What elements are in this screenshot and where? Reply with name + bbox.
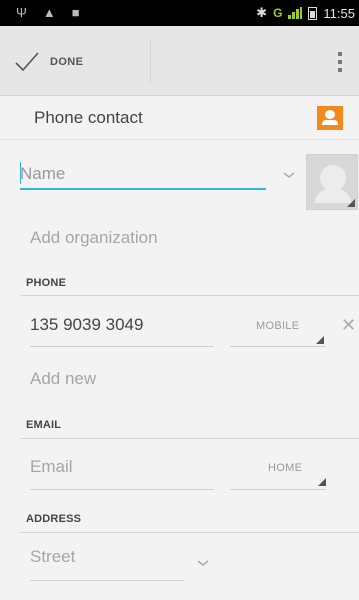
- network-type: G: [273, 6, 283, 20]
- battery-icon: [308, 6, 318, 20]
- signal-icon: [288, 7, 303, 19]
- system-icons: ✱ G 11:55: [256, 5, 355, 21]
- phone-type-select[interactable]: MOBILE: [256, 320, 299, 332]
- done-button[interactable]: DONE: [14, 46, 83, 78]
- email-field-underline: [30, 489, 214, 490]
- remove-phone-icon[interactable]: ✕: [341, 315, 356, 336]
- address-section-divider: [20, 532, 359, 533]
- street-field[interactable]: Street: [30, 547, 75, 567]
- email-field[interactable]: Email: [30, 457, 73, 477]
- chevron-down-icon[interactable]: [196, 558, 210, 568]
- add-organization[interactable]: Add organization: [30, 228, 158, 248]
- usb-icon: Ψ: [16, 5, 27, 20]
- account-row: Phone contact: [0, 96, 359, 140]
- warning-icon: ▲: [42, 5, 56, 20]
- contact-editor: Phone contact Name Add organization PHON…: [0, 96, 359, 600]
- screenshot-icon: ■: [71, 5, 80, 20]
- phone-type-corner-icon: [316, 336, 324, 344]
- bluetooth-icon: ✱: [256, 5, 268, 20]
- action-bar: DONE: [0, 26, 359, 96]
- checkmark-icon: [15, 52, 39, 72]
- phone-type-underline: [230, 346, 326, 347]
- done-label: DONE: [50, 56, 84, 68]
- notification-icons: Ψ ▲ ■: [16, 5, 80, 20]
- name-field-underline: [20, 188, 266, 190]
- contact-photo[interactable]: [306, 154, 358, 210]
- avatar-icon: [320, 165, 346, 191]
- address-section-header: ADDRESS: [26, 513, 82, 525]
- account-label: Phone contact: [34, 108, 143, 127]
- name-field[interactable]: Name: [20, 146, 266, 190]
- email-section-header: EMAIL: [26, 419, 62, 431]
- overflow-menu-icon[interactable]: [329, 44, 351, 80]
- email-type-select[interactable]: HOME: [268, 462, 302, 474]
- street-field-underline: [30, 580, 184, 581]
- chevron-down-icon[interactable]: [282, 170, 296, 180]
- add-new-phone[interactable]: Add new: [30, 369, 96, 389]
- email-section-divider: [20, 438, 359, 439]
- phone-section-header: PHONE: [26, 277, 67, 289]
- email-type-underline: [230, 489, 326, 490]
- phone-number-field[interactable]: 135 9039 3049: [30, 315, 143, 335]
- contact-card-icon: [317, 106, 343, 130]
- phone-section-divider: [20, 295, 359, 296]
- name-placeholder: Name: [20, 164, 66, 183]
- email-type-corner-icon: [318, 478, 326, 486]
- phone-number-underline: [30, 346, 214, 347]
- status-bar: Ψ ▲ ■ ✱ G 11:55: [0, 0, 359, 26]
- dropdown-corner-icon: [347, 199, 355, 207]
- action-bar-divider: [150, 38, 151, 84]
- clock: 11:55: [323, 5, 355, 21]
